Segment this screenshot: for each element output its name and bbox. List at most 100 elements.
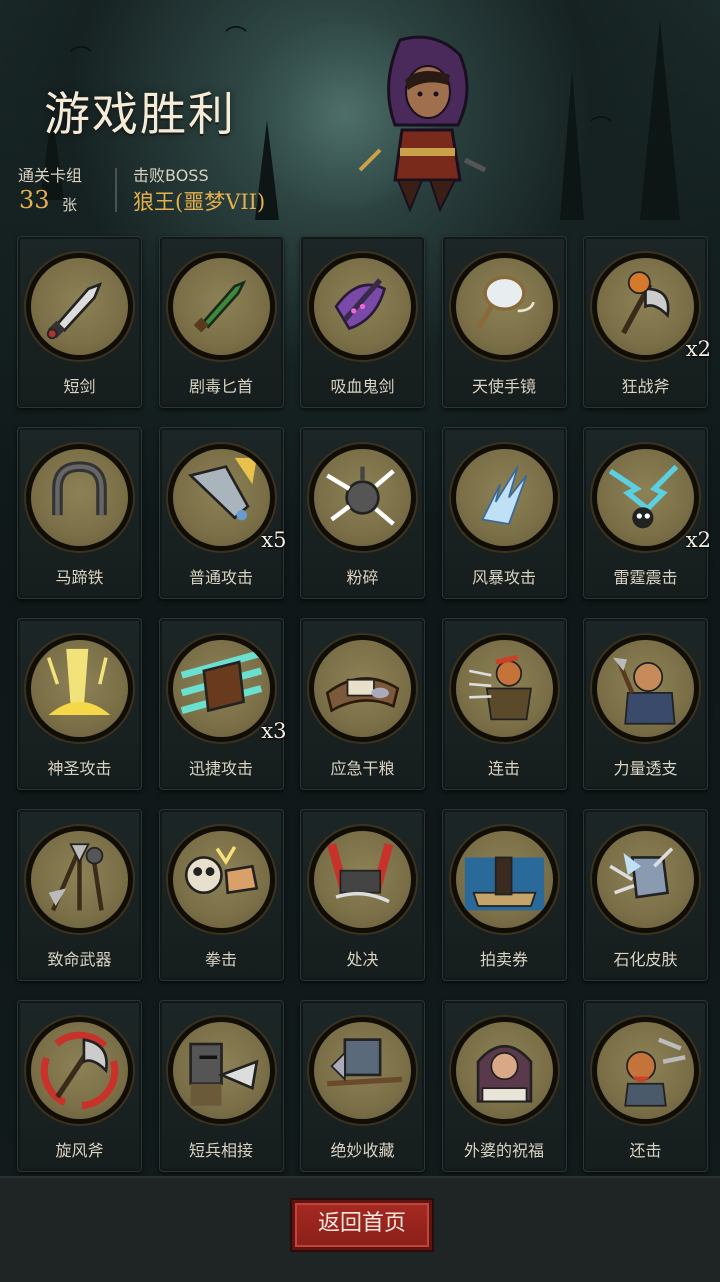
deck-card[interactable]: 马蹄铁 xyxy=(17,427,142,599)
card-medal xyxy=(26,253,133,360)
card-count-badge: x2 xyxy=(685,337,711,361)
punch-icon xyxy=(172,831,270,928)
deck-card[interactable]: 拍卖券 xyxy=(441,809,567,981)
stat-divider xyxy=(115,168,117,212)
card-name: 致命武器 xyxy=(47,950,112,969)
deck-card[interactable]: 粉碎 xyxy=(300,427,425,599)
card-name: 剧毒匕首 xyxy=(188,377,253,396)
deck-card[interactable]: 狂战斧 x2 xyxy=(583,236,711,408)
card-medal xyxy=(450,826,558,933)
victory-header: 游戏胜利 通关卡组 33 张 击败BOSS 狼王(噩梦VII) xyxy=(0,0,720,225)
deadly-weapons-icon xyxy=(31,831,128,928)
card-medal xyxy=(26,635,133,742)
holy-attack-icon xyxy=(31,640,128,737)
card-count-badge: x2 xyxy=(685,528,711,552)
boss-label: 击败BOSS xyxy=(133,166,209,185)
deck-card[interactable]: 处决 xyxy=(300,809,425,981)
deck-card[interactable]: 神圣攻击 xyxy=(17,618,142,790)
deck-card[interactable]: 外婆的祝福 xyxy=(441,1000,567,1172)
angel-mirror-icon xyxy=(455,258,553,355)
card-name: 拍卖券 xyxy=(479,950,528,969)
card-medal xyxy=(450,253,558,360)
deck-card[interactable]: 风暴攻击 xyxy=(441,427,567,599)
deck-unit: 张 xyxy=(62,196,78,214)
swift-attack-icon xyxy=(172,640,270,737)
card-name: 拳击 xyxy=(204,950,237,969)
card-name: 短剑 xyxy=(63,377,96,396)
deck-card[interactable]: 力量透支 xyxy=(583,618,708,790)
card-name: 粉碎 xyxy=(346,568,379,587)
deck-card[interactable]: 还击 xyxy=(583,1000,708,1172)
grandma-blessing-icon xyxy=(455,1022,553,1119)
horseshoe-icon xyxy=(31,449,128,546)
combo-archer-icon xyxy=(455,640,553,737)
card-name: 迅捷攻击 xyxy=(188,759,253,778)
card-medal xyxy=(309,1017,416,1124)
power-overdraw-icon xyxy=(597,640,694,737)
card-medal xyxy=(167,826,275,933)
card-count-badge: x5 xyxy=(261,528,287,552)
card-name: 马蹄铁 xyxy=(55,568,104,587)
card-name: 神圣攻击 xyxy=(47,759,112,778)
card-name: 绝妙收藏 xyxy=(330,1141,395,1160)
card-name: 吸血鬼剑 xyxy=(330,377,395,396)
card-name: 还击 xyxy=(629,1141,662,1160)
card-name: 风暴攻击 xyxy=(471,568,536,587)
card-medal xyxy=(309,444,416,551)
storm-attack-icon xyxy=(455,449,553,546)
card-name: 应急干粮 xyxy=(330,759,395,778)
deck-card[interactable]: 致命武器 xyxy=(17,809,142,981)
emergency-ration-icon xyxy=(314,640,411,737)
boss-name: 狼王(噩梦VII) xyxy=(133,190,266,214)
deck-card[interactable]: 石化皮肤 xyxy=(583,809,708,981)
card-medal xyxy=(167,444,275,551)
vampire-sword-icon xyxy=(314,258,411,355)
deck-card[interactable]: 吸血鬼剑 xyxy=(300,236,425,408)
card-medal xyxy=(309,253,416,360)
card-medal xyxy=(592,826,699,933)
card-medal xyxy=(450,635,558,742)
counterattack-icon xyxy=(597,1022,694,1119)
deck-card[interactable]: 拳击 xyxy=(158,809,284,981)
card-medal xyxy=(309,826,416,933)
card-name: 连击 xyxy=(487,759,520,778)
card-medal xyxy=(26,444,133,551)
card-medal xyxy=(26,1017,133,1124)
card-medal xyxy=(167,253,275,360)
poison-dagger-icon xyxy=(172,258,270,355)
deck-card[interactable]: 短兵相接 xyxy=(158,1000,284,1172)
return-home-button[interactable]: 返回首页 xyxy=(292,1200,432,1250)
card-medal xyxy=(592,1017,699,1124)
berserker-axe-icon xyxy=(597,258,694,355)
card-medal xyxy=(26,826,133,933)
deck-card[interactable]: 雷霆震击 x2 xyxy=(583,427,711,599)
deck-card[interactable]: 普通攻击 x5 xyxy=(158,427,287,599)
card-name: 力量透支 xyxy=(613,759,678,778)
close-combat-icon xyxy=(172,1022,270,1119)
card-name: 天使手镜 xyxy=(471,377,536,396)
card-medal xyxy=(592,253,699,360)
card-medal xyxy=(167,1017,275,1124)
whirlwind-axe-icon xyxy=(31,1022,128,1119)
card-name: 外婆的祝福 xyxy=(463,1141,544,1160)
smash-icon xyxy=(314,449,411,546)
deck-card[interactable]: 迅捷攻击 x3 xyxy=(158,618,287,790)
petrified-skin-icon xyxy=(597,831,694,928)
card-name: 雷霆震击 xyxy=(613,568,678,587)
thunder-strike-icon xyxy=(597,449,694,546)
deck-card[interactable]: 短剑 xyxy=(17,236,142,408)
deck-card[interactable]: 绝妙收藏 xyxy=(300,1000,425,1172)
normal-attack-icon xyxy=(172,449,270,546)
card-medal xyxy=(592,635,699,742)
deck-card[interactable]: 应急干粮 xyxy=(300,618,425,790)
deck-card[interactable]: 天使手镜 xyxy=(441,236,567,408)
hero-character-illustration xyxy=(358,35,487,213)
execute-icon xyxy=(314,831,411,928)
deck-card[interactable]: 旋风斧 xyxy=(17,1000,142,1172)
card-name: 处决 xyxy=(346,950,379,969)
deck-label: 通关卡组 xyxy=(18,166,83,185)
card-medal xyxy=(309,635,416,742)
deck-card[interactable]: 剧毒匕首 xyxy=(158,236,284,408)
deck-card[interactable]: 连击 xyxy=(441,618,567,790)
card-name: 石化皮肤 xyxy=(613,950,678,969)
